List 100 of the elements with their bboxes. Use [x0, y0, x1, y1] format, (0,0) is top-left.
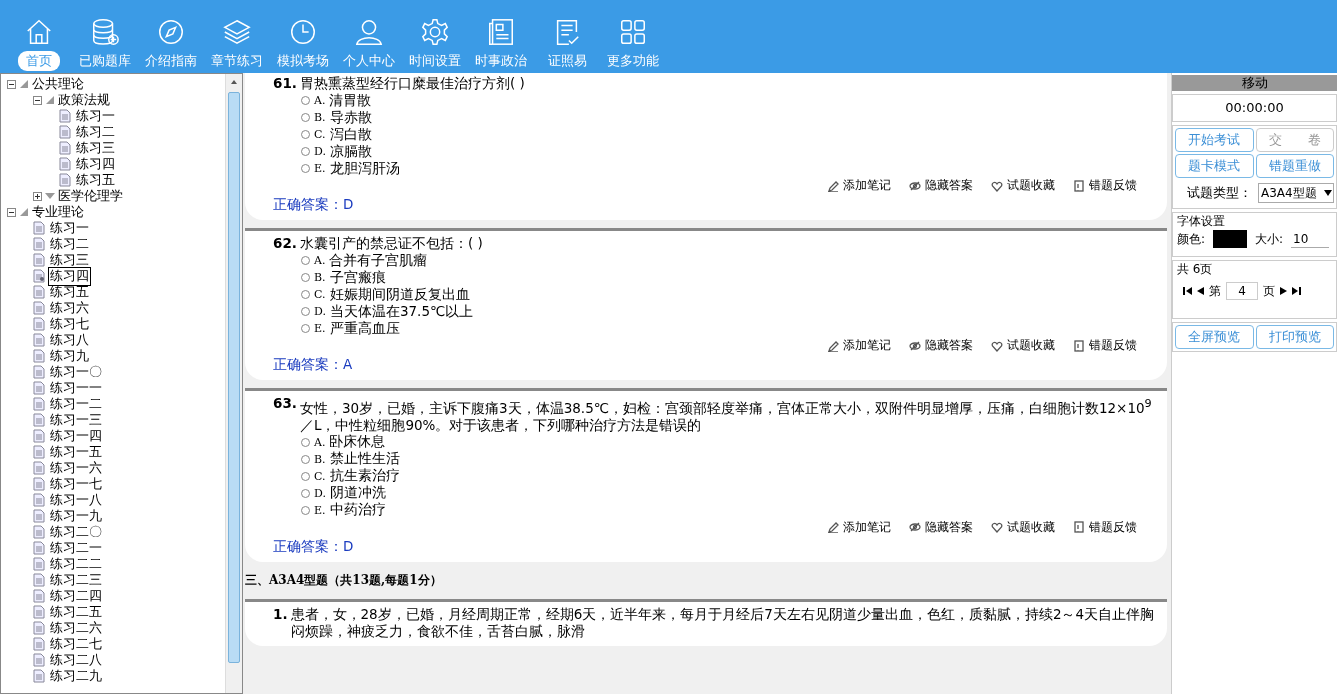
option-text: 禁止性生活 [329, 450, 400, 468]
timer-display: 00:00:00 [1172, 94, 1337, 122]
tree-folder[interactable]: 专业理论 [32, 203, 84, 221]
home-icon [24, 17, 54, 47]
report-icon [1073, 521, 1085, 533]
document-icon [33, 253, 45, 267]
document-icon [33, 669, 45, 683]
document-icon [33, 541, 45, 555]
report-icon [1073, 179, 1085, 192]
option-letter: A. [314, 254, 326, 267]
heart-icon [991, 179, 1003, 192]
option-letter: E. [314, 503, 326, 517]
action-link[interactable]: 隐藏答案 [909, 177, 973, 194]
panel-title: 移动 [1172, 75, 1337, 91]
layers-icon [222, 17, 252, 47]
first-page-button[interactable] [1183, 285, 1192, 297]
option-letter: B. [314, 452, 326, 466]
document-icon [33, 365, 45, 379]
action-link[interactable]: 添加笔记 [827, 337, 891, 354]
collapse-toggle-icon[interactable] [33, 95, 42, 105]
page-field[interactable]: 4 [1226, 282, 1258, 300]
tree-folder[interactable]: 公共理论 [32, 75, 84, 93]
document-icon [33, 221, 45, 235]
action-link[interactable]: 试题收藏 [991, 518, 1055, 536]
panel-button[interactable]: 全屏预览 [1175, 325, 1254, 349]
document-icon [33, 605, 45, 619]
grid-icon [618, 17, 648, 47]
document-icon [33, 333, 45, 347]
next-page-button[interactable] [1280, 285, 1287, 297]
document-icon [33, 637, 45, 651]
option-text: 导赤散 [329, 108, 372, 127]
color-label: 颜色: [1177, 230, 1206, 248]
action-link[interactable]: 错题反馈 [1073, 177, 1137, 194]
document-icon [59, 157, 71, 171]
type-label: 试题类型： [1187, 184, 1252, 202]
option-text: 龙胆泻肝汤 [329, 159, 400, 178]
action-link[interactable]: 添加笔记 [827, 518, 891, 536]
question-number: 63. [273, 395, 297, 413]
question-number: 61. [273, 75, 297, 92]
option-letter: E. [314, 322, 326, 335]
option-text: 合并有子宫肌瘤 [329, 251, 428, 270]
action-link[interactable]: 隐藏答案 [909, 337, 973, 354]
option-letter: D. [314, 486, 326, 500]
heart-icon [991, 521, 1003, 533]
group-title: 字体设置 [1177, 213, 1226, 230]
collapse-toggle-icon[interactable] [7, 79, 16, 89]
document-icon [33, 381, 45, 395]
option-letter: D. [314, 305, 326, 318]
scrollbar[interactable] [225, 74, 242, 693]
news-icon [486, 17, 516, 47]
action-link[interactable]: 添加笔记 [827, 177, 891, 194]
option-letter: C. [314, 288, 326, 301]
panel-button[interactable]: 错题重做 [1255, 154, 1334, 178]
document-icon [33, 349, 45, 363]
panel-button[interactable]: 打印预览 [1255, 325, 1334, 349]
document-icon [33, 285, 45, 299]
folder-triangle-icon [45, 191, 55, 201]
answer-value: D [343, 537, 354, 554]
tree-folder[interactable]: 政策法规 [58, 91, 110, 109]
tree-folder[interactable]: 医学伦理学 [58, 187, 123, 205]
question-number: 62. [273, 235, 297, 252]
user-icon [354, 17, 384, 47]
option-text: 泻白散 [329, 125, 372, 144]
heart-icon [991, 339, 1003, 352]
document-icon [33, 413, 45, 427]
expand-toggle-icon[interactable] [33, 191, 42, 201]
document-icon [33, 653, 45, 667]
document-icon [59, 173, 71, 187]
answer-value: A [343, 356, 353, 372]
action-link[interactable]: 错题反馈 [1073, 518, 1137, 536]
answer-value: D [343, 196, 354, 212]
panel-button[interactable]: 开始考试 [1175, 128, 1254, 152]
document-icon [33, 621, 45, 635]
tree-item[interactable]: 练习四 [48, 266, 91, 286]
panel-button[interactable]: 题卡模式 [1175, 154, 1254, 178]
previous-page-button[interactable] [1197, 285, 1204, 297]
option-letter: B. [314, 271, 326, 284]
last-page-button[interactable] [1292, 285, 1301, 297]
option-text: 阴道冲洗 [329, 484, 386, 502]
option-text: 妊娠期间阴道反复出血 [329, 285, 470, 304]
option-text: 抗生素治疗 [329, 467, 400, 485]
question-text: 胃热熏蒸型经行口糜最佳治疗方剂( ) [299, 75, 525, 92]
document-icon [33, 397, 45, 411]
document-icon [33, 237, 45, 251]
collapse-toggle-icon[interactable] [7, 207, 16, 217]
action-link[interactable]: 错题反馈 [1073, 337, 1137, 354]
type-dropdown[interactable]: A3A4型题 [1258, 183, 1334, 203]
document-icon [33, 461, 45, 475]
document-icon [33, 573, 45, 587]
pencil-icon [827, 339, 839, 352]
action-link[interactable]: 试题收藏 [991, 337, 1055, 354]
action-link[interactable]: 试题收藏 [991, 177, 1055, 194]
document-icon [33, 509, 45, 523]
document-icon [33, 477, 45, 491]
page-prefix: 第 [1209, 282, 1221, 300]
document-icon [59, 109, 71, 123]
question-number: 1. [273, 605, 288, 624]
action-link[interactable]: 隐藏答案 [909, 518, 973, 536]
pencil-icon [827, 179, 839, 192]
color-swatch[interactable] [1213, 230, 1248, 248]
